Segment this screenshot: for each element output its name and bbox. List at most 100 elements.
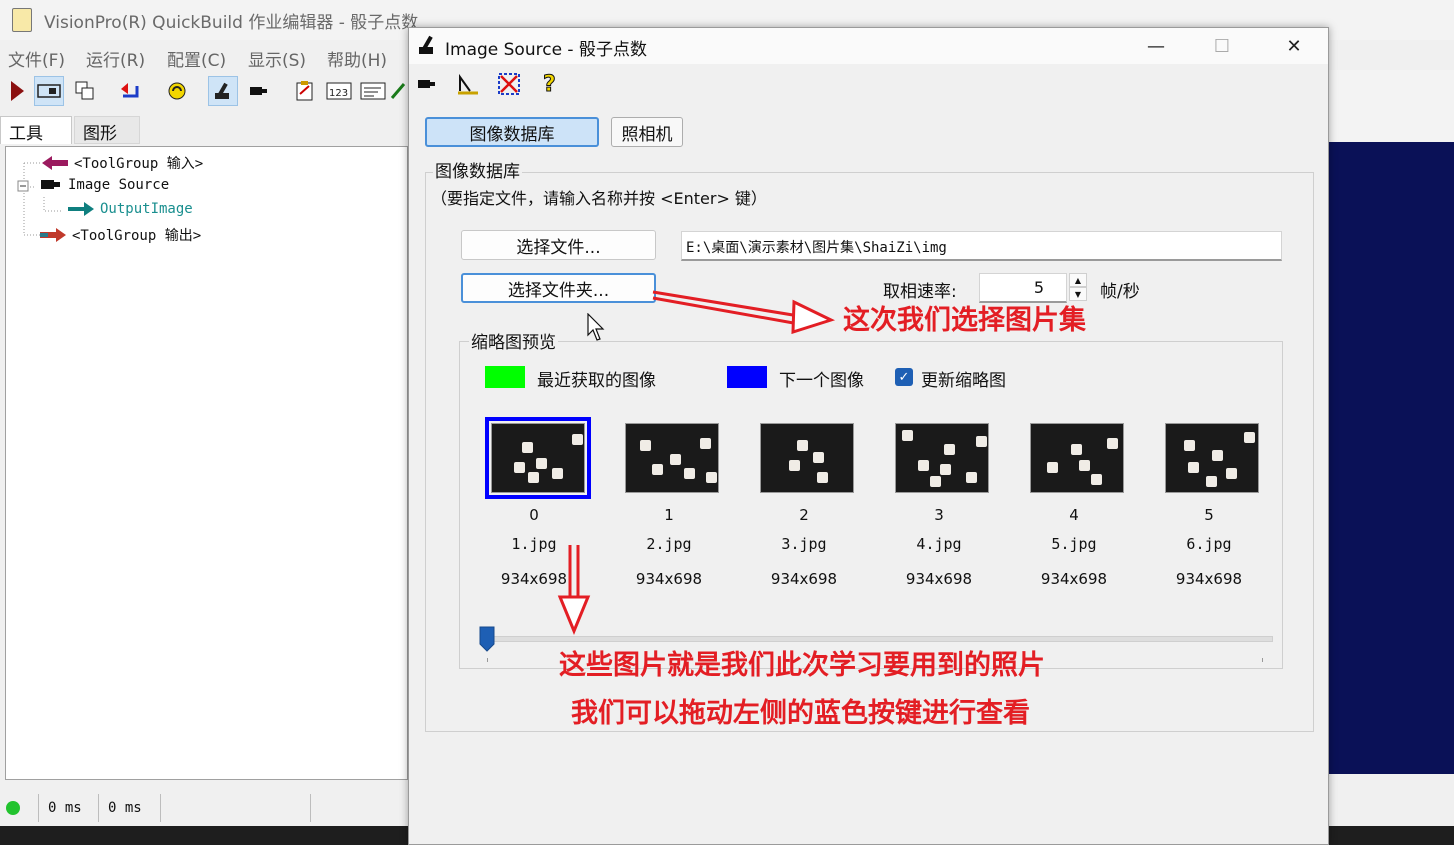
reset-icon[interactable] — [116, 76, 146, 106]
thumbnail-index: 1 — [664, 506, 674, 524]
thumbnail-slider-thumb[interactable] — [479, 626, 495, 652]
app-toolbar: 123 — [0, 72, 408, 112]
dialog-titlebar: Image Source - 骰子点数 — ☐ ✕ — [409, 28, 1328, 64]
copy-icon[interactable] — [70, 76, 100, 106]
thumbnail-size: 934x698 — [1175, 570, 1243, 588]
grid-delete-icon[interactable] — [495, 70, 523, 98]
thumbnail-slider-track[interactable] — [485, 636, 1273, 642]
tree-item-label: Image Source — [68, 177, 170, 193]
close-button[interactable]: ✕ — [1271, 32, 1317, 60]
thumbnail-index: 5 — [1204, 506, 1214, 524]
thumbnail-1[interactable] — [625, 423, 719, 493]
calibration-icon[interactable] — [453, 70, 481, 98]
camera-icon[interactable] — [413, 70, 441, 98]
thumbnail-filename: 2.jpg — [646, 535, 692, 553]
update-thumbnail-checkbox[interactable]: ✓ — [895, 368, 913, 386]
app-title: VisionPro(R) QuickBuild 作业编辑器 - 骰子点数 — [44, 13, 419, 33]
status-time-2: 0 ms — [108, 800, 142, 816]
spin-up-icon[interactable]: ▲ — [1069, 273, 1087, 287]
menu-help[interactable]: 帮助(H) — [327, 46, 387, 71]
image-source-dialog: Image Source - 骰子点数 — ☐ ✕ ? 图像数据库 照相机 图像… — [408, 27, 1329, 845]
menu-file[interactable]: 文件(F) — [8, 46, 65, 71]
text-view-icon[interactable] — [358, 76, 388, 106]
tree-item-image-source[interactable]: Image Source — [40, 177, 169, 193]
tree-item-label: <ToolGroup 输出> — [72, 228, 202, 244]
thumbnail-index: 2 — [799, 506, 809, 524]
output-group-icon — [40, 228, 66, 242]
svg-text:?: ? — [543, 72, 556, 97]
tab-camera[interactable]: 照相机 — [611, 117, 683, 147]
dialog-toolbar: ? — [409, 66, 1328, 102]
thumbnail-4[interactable] — [1030, 423, 1124, 493]
select-folder-button[interactable]: 选择文件夹... — [461, 273, 656, 303]
thumbnail-5[interactable] — [1165, 423, 1259, 493]
next-image-label: 下一个图像 — [779, 371, 864, 391]
status-indicator-icon — [6, 801, 20, 815]
tree-item-label: OutputImage — [100, 201, 193, 217]
clipboard-icon — [12, 8, 32, 32]
camera-icon — [41, 180, 60, 189]
svg-text:123: 123 — [329, 88, 348, 99]
clipboard-edit-icon[interactable] — [290, 76, 320, 106]
recent-image-label: 最近获取的图像 — [537, 371, 656, 391]
rate-unit: 帧/秒 — [1100, 282, 1140, 302]
thumbnail-2[interactable] — [760, 423, 854, 493]
number-icon[interactable]: 123 — [324, 76, 354, 106]
file-path-input[interactable]: E:\桌面\演示素材\图片集\ShaiZi\img — [681, 231, 1282, 261]
tree-item-output-image[interactable]: OutputImage — [68, 201, 193, 217]
thumbnail-size: 934x698 — [770, 570, 838, 588]
acquire-icon — [419, 35, 433, 54]
thumbnail-size: 934x698 — [1040, 570, 1108, 588]
menu-config[interactable]: 配置(C) — [167, 46, 226, 71]
select-file-button[interactable]: 选择文件... — [461, 230, 656, 260]
app-tabs: 工具 图形 — [0, 116, 408, 144]
tree-item-label: <ToolGroup 输入> — [74, 156, 204, 172]
tab-graphics[interactable]: 图形 — [74, 116, 140, 144]
thumbnail-size: 934x698 — [905, 570, 973, 588]
group-title: 图像数据库 — [433, 157, 522, 182]
menu-display[interactable]: 显示(S) — [248, 46, 306, 71]
hint-text: （要指定文件，请输入名称并按 <Enter> 键） — [431, 189, 767, 208]
menu-run[interactable]: 运行(R) — [86, 46, 145, 71]
next-image-swatch — [727, 366, 767, 388]
mouse-cursor-icon — [587, 313, 605, 341]
background-panel — [1328, 70, 1454, 143]
thumbnail-0[interactable] — [485, 417, 591, 499]
display-icon[interactable] — [34, 76, 64, 106]
rate-spinner[interactable]: ▲ ▼ — [1069, 273, 1087, 301]
status-time-1: 0 ms — [48, 800, 82, 816]
annotation-photos-note: 这些图片就是我们此次学习要用到的照片 — [559, 650, 1045, 681]
tab-tools[interactable]: 工具 — [0, 116, 72, 144]
thumbnail-index: 3 — [934, 506, 944, 524]
thumbnail-3[interactable] — [895, 423, 989, 493]
thumbnail-filename: 5.jpg — [1051, 535, 1097, 553]
thumbnail-group-title: 缩略图预览 — [469, 328, 558, 353]
maximize-button[interactable]: ☐ — [1199, 32, 1245, 60]
thumbnail-filename: 3.jpg — [781, 535, 827, 553]
update-thumbnail-label: 更新缩略图 — [921, 371, 1006, 391]
output-arrow-icon — [68, 202, 94, 216]
minimize-button[interactable]: — — [1133, 32, 1179, 60]
help-icon[interactable]: ? — [537, 70, 565, 98]
annotation-slider-note: 我们可以拖动左侧的蓝色按键进行查看 — [571, 698, 1030, 729]
refresh-icon[interactable] — [162, 76, 192, 106]
menubar: 文件(F) 运行(R) 配置(C) 显示(S) 帮助(H) — [0, 42, 408, 71]
thumbnail-size: 934x698 — [635, 570, 703, 588]
thumbnail-filename: 6.jpg — [1186, 535, 1232, 553]
tool-icon[interactable] — [388, 76, 408, 106]
recent-image-swatch — [485, 366, 525, 388]
tree-item-toolgroup-input[interactable]: <ToolGroup 输入> — [42, 153, 203, 173]
dialog-title: Image Source - 骰子点数 — [445, 40, 647, 60]
run-icon[interactable] — [2, 76, 32, 106]
camera-icon[interactable] — [244, 76, 274, 106]
annotation-arrow-down-icon — [557, 545, 591, 635]
acquire-icon[interactable] — [208, 76, 238, 106]
status-bar: 0 ms 0 ms — [0, 794, 408, 824]
tool-tree: <ToolGroup 输入> Image Source OutputImage … — [5, 146, 408, 780]
thumbnail-filename: 4.jpg — [916, 535, 962, 553]
thumbnail-index: 4 — [1069, 506, 1079, 524]
input-arrow-icon — [42, 156, 68, 170]
tree-item-toolgroup-output[interactable]: <ToolGroup 输出> — [40, 225, 201, 245]
image-display-area — [1328, 142, 1454, 774]
tab-image-database[interactable]: 图像数据库 — [425, 117, 599, 147]
